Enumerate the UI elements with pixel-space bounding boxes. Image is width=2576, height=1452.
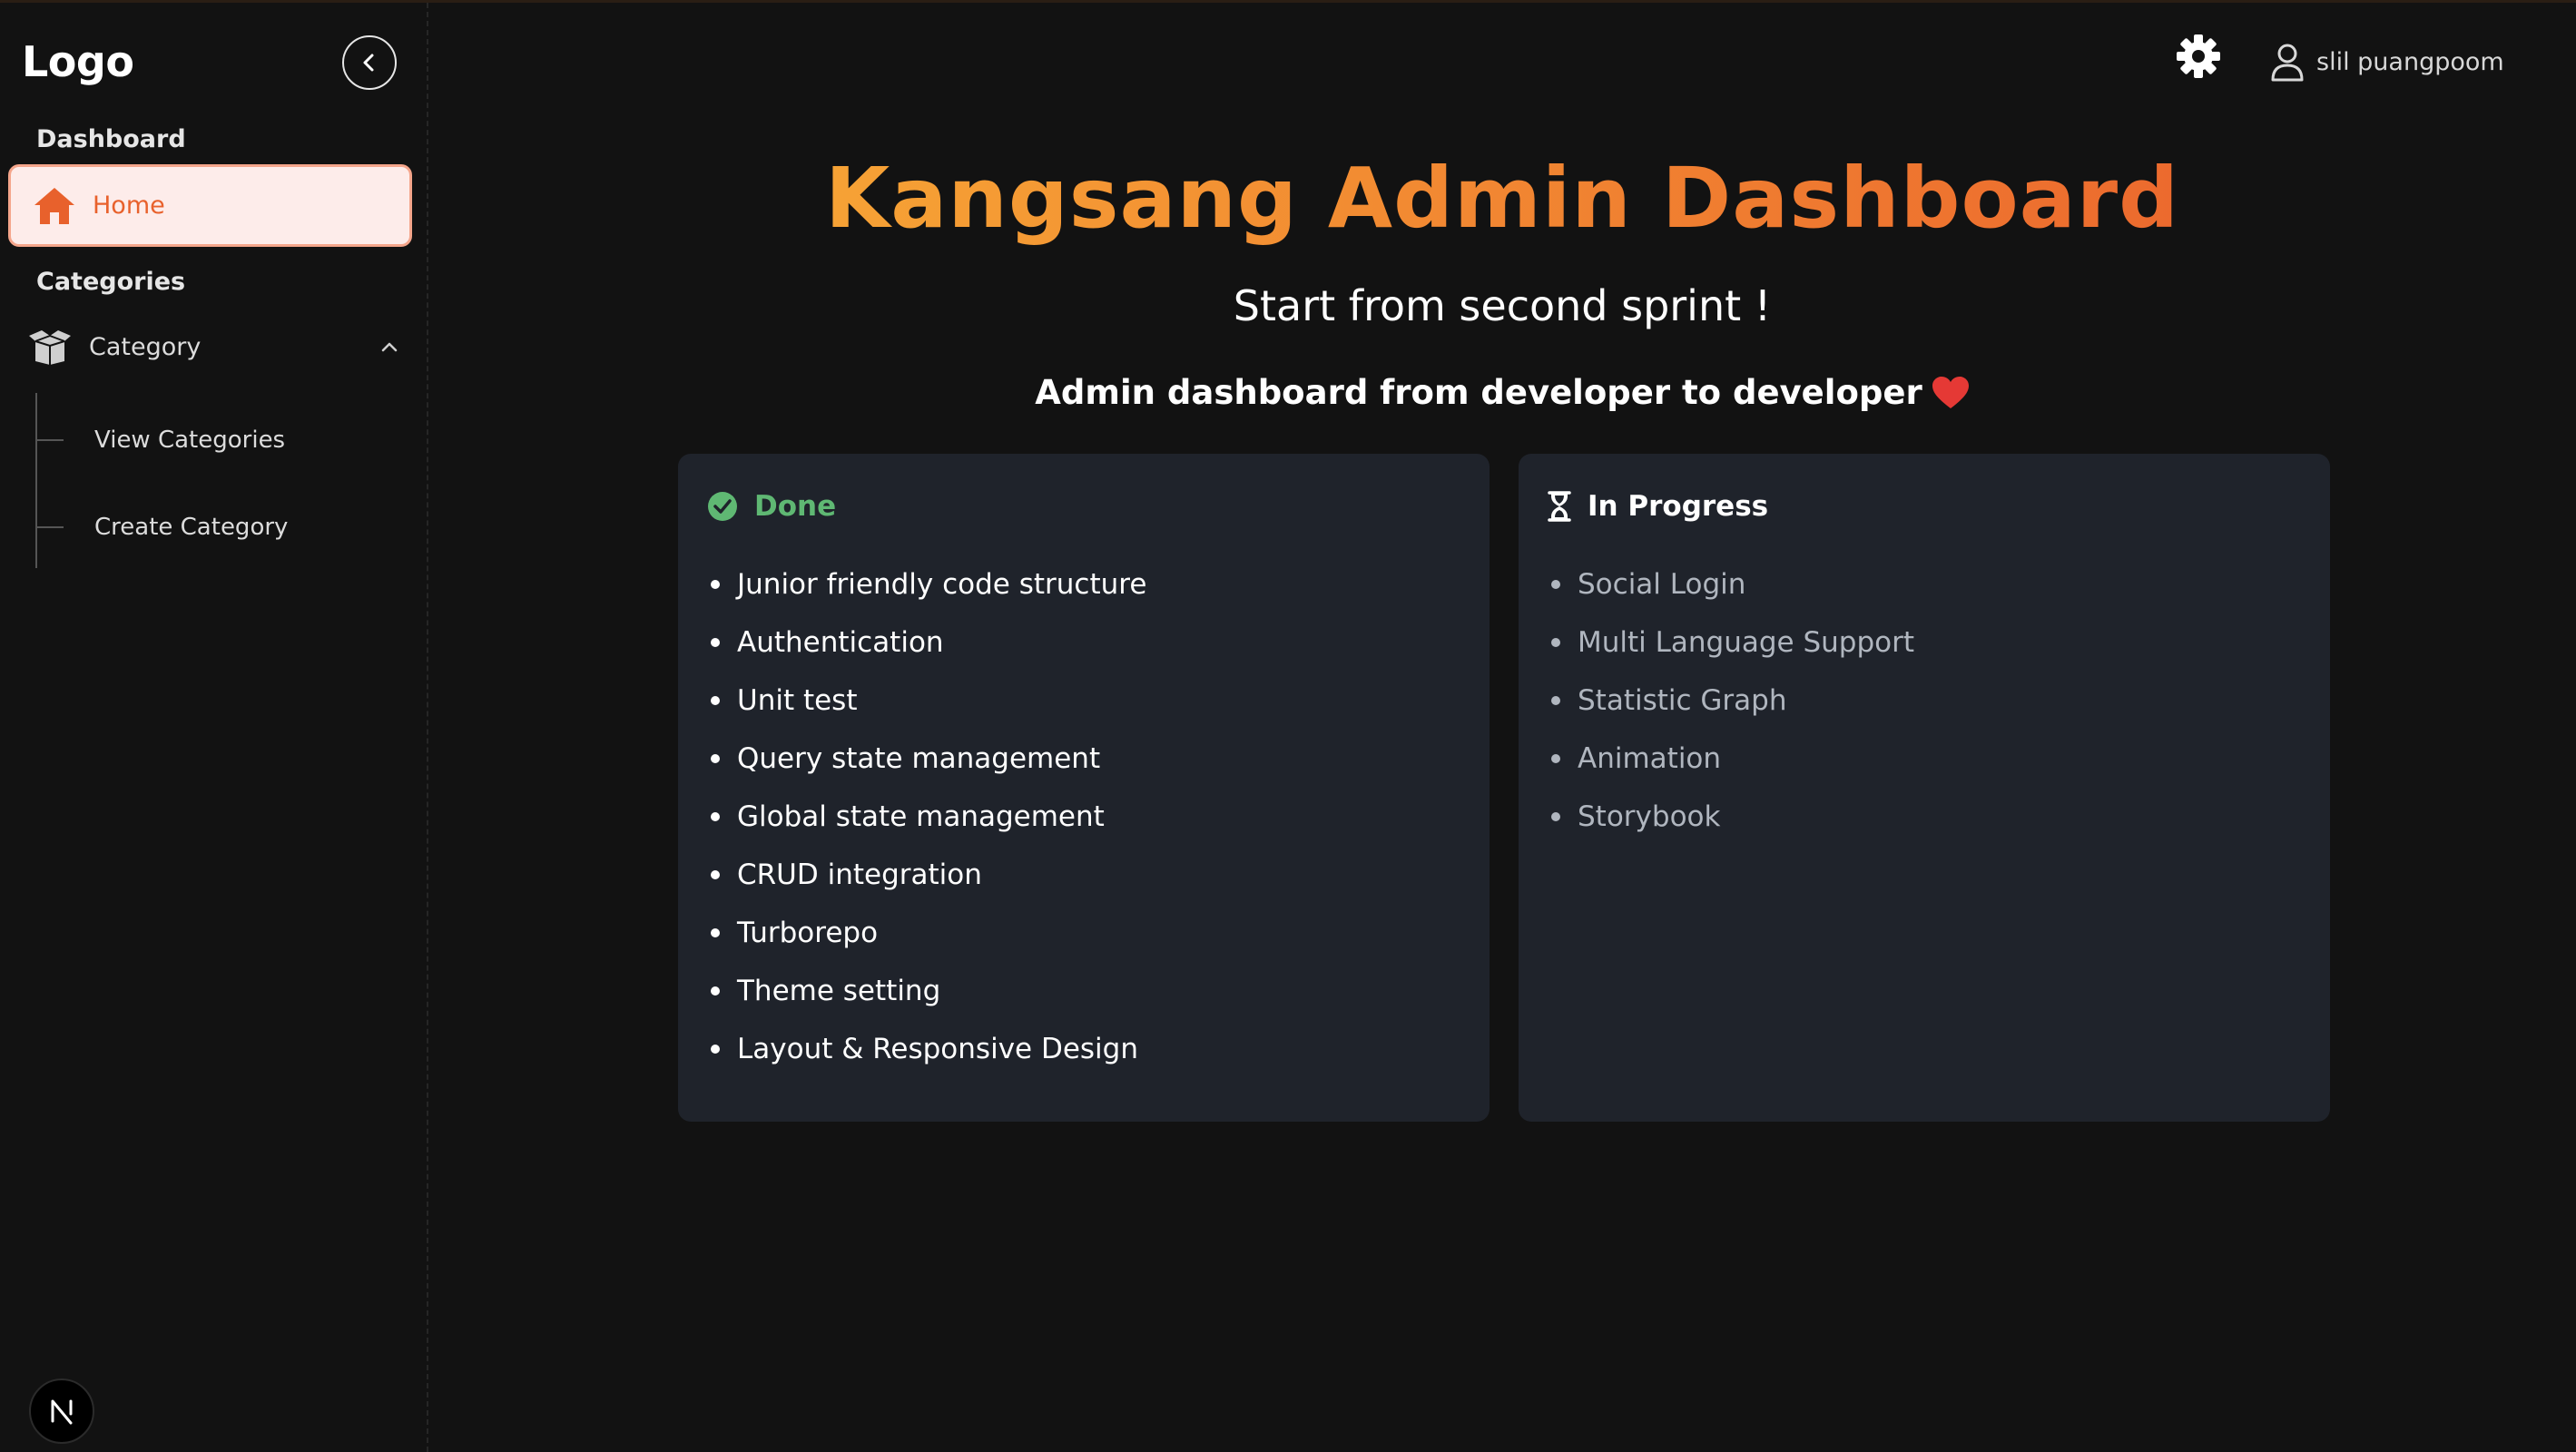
sidebar: Logo Dashboard Home Categories Category …	[0, 3, 428, 1452]
nextjs-badge[interactable]	[29, 1378, 94, 1444]
done-card: Done Junior friendly code structure Auth…	[678, 454, 1490, 1122]
tree-branch	[36, 439, 64, 441]
chevron-up-icon[interactable]	[379, 337, 399, 357]
list-item: Animation	[1551, 730, 1914, 788]
done-card-title: Done	[754, 490, 837, 523]
in-progress-card: In Progress Social Login Multi Language …	[1519, 454, 2330, 1122]
in-progress-card-header: In Progress	[1548, 490, 1768, 523]
list-item: Layout & Responsive Design	[711, 1020, 1146, 1078]
page-subtitle: Start from second sprint !	[1233, 281, 1772, 330]
sidebar-item-category[interactable]: Category	[27, 322, 399, 371]
page-title-text: Kangsang Admin Dashboard	[824, 150, 2179, 247]
list-item: Authentication	[711, 613, 1146, 672]
list-item: Unit test	[711, 672, 1146, 730]
sidebar-item-home[interactable]: Home	[8, 164, 412, 247]
list-item: CRUD integration	[711, 846, 1146, 904]
list-item: Turborepo	[711, 904, 1146, 962]
collapse-sidebar-button[interactable]	[342, 35, 397, 90]
done-card-header: Done	[707, 490, 836, 523]
sidebar-subitem-view-categories[interactable]: View Categories	[36, 417, 381, 463]
box-icon	[29, 330, 71, 365]
list-item: Statistic Graph	[1551, 672, 1914, 730]
theme-toggle-button[interactable]	[2175, 33, 2222, 80]
tagline-text: Admin dashboard from developer to develo…	[1035, 373, 1922, 412]
heart-icon	[1932, 376, 1969, 408]
user-menu[interactable]: slil puangpoom	[2269, 38, 2504, 85]
user-name: slil puangpoom	[2316, 47, 2504, 76]
sidebar-subitem-create-category[interactable]: Create Category	[36, 505, 381, 550]
gear-icon	[2177, 34, 2220, 78]
sidebar-item-label: Category	[89, 332, 202, 361]
list-item: Social Login	[1551, 555, 1914, 613]
user-icon	[2271, 44, 2304, 82]
tagline: Admin dashboard from developer to develo…	[428, 373, 2576, 412]
home-icon	[34, 187, 74, 224]
section-label-dashboard: Dashboard	[36, 125, 186, 153]
sidebar-subitem-label: View Categories	[94, 427, 286, 454]
sidebar-subitem-label: Create Category	[94, 514, 289, 541]
hourglass-icon	[1548, 491, 1571, 522]
in-progress-card-title: In Progress	[1588, 490, 1769, 523]
list-item: Query state management	[711, 730, 1146, 788]
tree-branch	[36, 526, 64, 528]
list-item: Theme setting	[711, 962, 1146, 1020]
list-item: Multi Language Support	[1551, 613, 1914, 672]
chevron-left-icon	[363, 54, 374, 72]
list-item: Junior friendly code structure	[711, 555, 1146, 613]
check-circle-icon	[708, 492, 737, 521]
logo: Logo	[22, 37, 134, 86]
list-item: Global state management	[711, 788, 1146, 846]
in-progress-list: Social Login Multi Language Support Stat…	[1551, 555, 1914, 846]
list-item: Storybook	[1551, 788, 1914, 846]
done-list: Junior friendly code structure Authentic…	[711, 555, 1146, 1078]
page-title: Kangsang Admin Dashboard	[428, 150, 2576, 247]
section-label-categories: Categories	[36, 268, 186, 296]
sidebar-item-label: Home	[93, 191, 165, 220]
nextjs-icon	[51, 1399, 73, 1425]
